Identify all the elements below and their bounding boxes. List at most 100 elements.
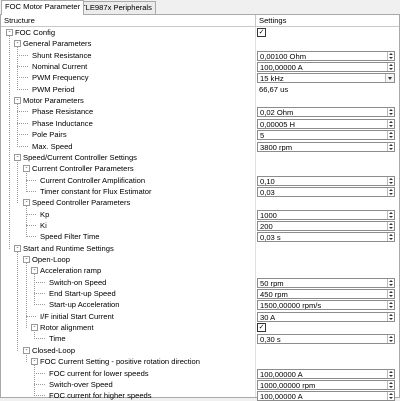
tree-connector xyxy=(26,262,27,328)
speed-filter-time-spinbox[interactable]: 0,03 s xyxy=(257,232,395,242)
spin-arrows-icon[interactable] xyxy=(387,177,394,185)
spin-arrows-icon[interactable] xyxy=(387,290,394,298)
tree-connector xyxy=(26,205,27,237)
spin-arrows-icon[interactable] xyxy=(387,392,394,400)
spin-arrows-icon[interactable] xyxy=(387,143,394,151)
tree-row-start-and-runtime-settings[interactable]: - Start and Runtime Settings xyxy=(1,243,399,254)
spin-arrows-icon[interactable] xyxy=(387,279,394,287)
tree-row-phase-inductance[interactable]: Phase Inductance 0,00005 H xyxy=(1,118,399,129)
spin-arrows-icon[interactable] xyxy=(387,211,394,219)
spin-arrows-icon[interactable] xyxy=(387,63,394,71)
kp-spinbox[interactable]: 1000 xyxy=(257,210,395,220)
switch-over-speed-spinbox[interactable]: 1000,00000 rpm xyxy=(257,380,395,390)
value-text: 0,03 s xyxy=(260,233,281,242)
spin-arrows-icon[interactable] xyxy=(387,108,394,116)
tree-row-timer-constant-for-flux-estimator[interactable]: Timer constant for Flux Estimator 0,03 xyxy=(1,186,399,197)
tree-label: Start and Runtime Settings xyxy=(23,244,114,253)
end-start-up-speed-spinbox[interactable]: 450 rpm xyxy=(257,289,395,299)
spin-arrows-icon[interactable] xyxy=(387,131,394,139)
tree-row-i-f-initial-start-current[interactable]: I/F initial Start Current 30 A xyxy=(1,311,399,322)
tree-row-kp[interactable]: Kp 1000 xyxy=(1,209,399,220)
timer-constant-for-flux-estimator-spinbox[interactable]: 0,03 xyxy=(257,187,395,197)
phase-resistance-spinbox[interactable]: 0,02 Ohm xyxy=(257,107,395,117)
tree-row-acceleration-ramp[interactable]: - Acceleration ramp xyxy=(1,265,399,276)
tree-row-motor-parameters[interactable]: - Motor Parameters xyxy=(1,95,399,106)
tree-row-time[interactable]: Time 0,30 s xyxy=(1,333,399,344)
spin-arrows-icon[interactable] xyxy=(387,222,394,230)
tree-row-general-parameters[interactable]: - General Parameters xyxy=(1,38,399,49)
tree-row-start-up-acceleration[interactable]: Start-up Acceleration 1500,00000 rpm/s xyxy=(1,299,399,310)
ki-spinbox[interactable]: 200 xyxy=(257,221,395,231)
value-text: 1000 xyxy=(260,211,277,220)
tree-label: Current Controller Amplification xyxy=(40,176,146,185)
time-spinbox[interactable]: 0,30 s xyxy=(257,334,395,344)
tree-row-speed-current-controller-settings[interactable]: - Speed/Current Controller Settings xyxy=(1,152,399,163)
tree-row-max-speed[interactable]: Max. Speed 3800 rpm xyxy=(1,141,399,152)
tree-row-foc-config[interactable]: - FOC Config ✓ xyxy=(1,27,399,38)
tree-row-pwm-frequency[interactable]: PWM Frequency 15 kHz xyxy=(1,72,399,83)
spin-arrows-icon[interactable] xyxy=(387,335,394,343)
i-f-initial-start-current-spinbox[interactable]: 30 A xyxy=(257,312,395,322)
foc-current-for-lower-speeds-spinbox[interactable]: 100,00000 A xyxy=(257,369,395,379)
value-text: 450 rpm xyxy=(260,290,288,299)
structure-column-header[interactable]: Structure xyxy=(1,15,35,26)
tree-row-speed-filter-time[interactable]: Speed Filter Time 0,03 s xyxy=(1,231,399,242)
value-text: 1500,00000 rpm/s xyxy=(260,301,322,310)
tree-label: FOC current for higher speeds xyxy=(49,391,152,400)
tree-row-current-controller-parameters[interactable]: - Current Controller Parameters xyxy=(1,163,399,174)
tree-row-current-controller-amplification[interactable]: Current Controller Amplification 0,10 xyxy=(1,175,399,186)
phase-inductance-spinbox[interactable]: 0,00005 H xyxy=(257,119,395,129)
tab-tle987x-peripherals[interactable]: TLE987x Peripherals xyxy=(77,1,156,14)
tree-row-foc-current-setting-positive-rotation-direction[interactable]: - FOC Current Setting - positive rotation… xyxy=(1,356,399,367)
current-controller-amplification-spinbox[interactable]: 0,10 xyxy=(257,176,395,186)
spin-arrows-icon[interactable] xyxy=(387,381,394,389)
spin-arrows-icon[interactable] xyxy=(387,370,394,378)
value-text: 100,00000 A xyxy=(260,370,303,379)
spin-arrows-icon[interactable] xyxy=(387,233,394,241)
shunt-resistance-spinbox[interactable]: 0,00100 Ohm xyxy=(257,51,395,61)
tree-row-switch-on-speed[interactable]: Switch-on Speed 50 rpm xyxy=(1,277,399,288)
spin-arrows-icon[interactable] xyxy=(387,313,394,321)
tree-row-phase-resistance[interactable]: Phase Resistance 0,02 Ohm xyxy=(1,106,399,117)
tree-row-foc-current-for-higher-speeds[interactable]: FOC current for higher speeds 100,00000 A xyxy=(1,390,399,401)
spin-arrows-icon[interactable] xyxy=(387,188,394,196)
chevron-down-icon[interactable] xyxy=(385,74,394,82)
spin-arrows-icon[interactable] xyxy=(387,52,394,60)
enable-checkbox[interactable]: ✓ xyxy=(257,28,266,37)
tree-row-closed-loop[interactable]: - Closed-Loop xyxy=(1,345,399,356)
tree-row-open-loop[interactable]: - Open-Loop xyxy=(1,254,399,265)
tree-row-pole-pairs[interactable]: Pole Pairs 5 xyxy=(1,129,399,140)
tree-row-ki[interactable]: Ki 200 xyxy=(1,220,399,231)
tree-connector xyxy=(26,353,27,362)
tree-label: Open-Loop xyxy=(32,255,70,264)
value-text: 30 A xyxy=(260,313,276,322)
tree-row-nominal-current[interactable]: Nominal Current 100,00000 A xyxy=(1,61,399,72)
spin-arrows-icon[interactable] xyxy=(387,301,394,309)
switch-on-speed-spinbox[interactable]: 50 rpm xyxy=(257,278,395,288)
pole-pairs-spinbox[interactable]: 5 xyxy=(257,130,395,140)
tree-connector xyxy=(26,214,36,215)
value-text: 1000,00000 rpm xyxy=(260,381,316,390)
pwm-frequency-dropdown[interactable]: 15 kHz xyxy=(257,73,395,83)
max-speed-spinbox[interactable]: 3800 rpm xyxy=(257,142,395,152)
tree-row-foc-current-for-lower-speeds[interactable]: FOC current for lower speeds 100,00000 A xyxy=(1,368,399,379)
spin-arrows-icon[interactable] xyxy=(387,120,394,128)
tree-row-end-start-up-speed[interactable]: End Start-up Speed 450 rpm xyxy=(1,288,399,299)
tree-row-switch-over-speed[interactable]: Switch-over Speed 1000,00000 rpm xyxy=(1,379,399,390)
value-text: 0,30 s xyxy=(260,335,281,344)
settings-column-header[interactable]: Settings xyxy=(256,15,286,26)
tree-label: Timer constant for Flux Estimator xyxy=(40,187,152,196)
tree-row-speed-controller-parameters[interactable]: - Speed Controller Parameters xyxy=(1,197,399,208)
tree-label: Speed/Current Controller Settings xyxy=(23,153,137,162)
tree-row-pwm-period[interactable]: PWM Period 66,67 us xyxy=(1,84,399,95)
property-grid-panel: Structure Settings - FOC Config ✓ - General … xyxy=(0,14,400,401)
tree-label: Ki xyxy=(40,221,47,230)
tree-row-shunt-resistance[interactable]: Shunt Resistance 0,00100 Ohm xyxy=(1,50,399,61)
nominal-current-spinbox[interactable]: 100,00000 A xyxy=(257,62,395,72)
foc-current-for-higher-speeds-spinbox[interactable]: 100,00000 A xyxy=(257,391,395,401)
tab-foc-motor-parameter[interactable]: FOC Motor Parameter xyxy=(1,0,85,15)
tree-row-rotor-alignment[interactable]: - Rotor alignment ✓ xyxy=(1,322,399,333)
enable-checkbox[interactable]: ✓ xyxy=(257,323,266,332)
start-up-acceleration-spinbox[interactable]: 1500,00000 rpm/s xyxy=(257,300,395,310)
tree-label: FOC Current Setting - positive rotation … xyxy=(40,357,200,366)
